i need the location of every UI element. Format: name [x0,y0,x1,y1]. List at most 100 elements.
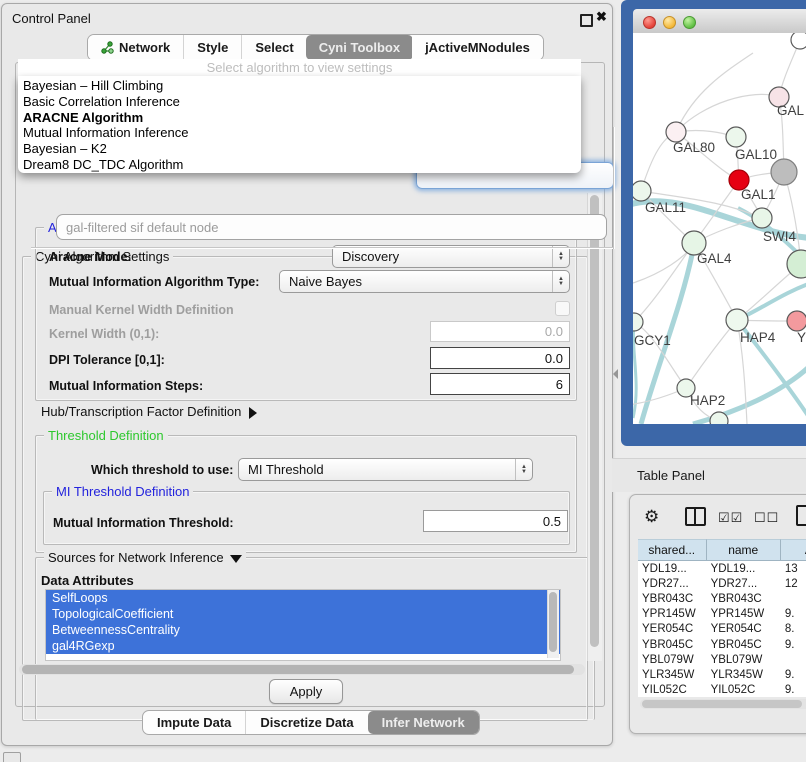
node-gcy1[interactable] [633,313,643,331]
mi-algorithm-type-label: Mutual Information Algorithm Type: [49,275,259,289]
table-cell: YIL052C [707,684,781,696]
table-cell: YPR145W [707,608,781,620]
table-cell: YBR045C [638,639,707,651]
table-cell: YBR043C [707,593,781,605]
table-row[interactable]: YIL052CYIL052C9. [638,683,806,698]
document-icon[interactable] [796,505,806,526]
table-cell: YDL19... [638,563,707,575]
tab-jactivemnodules[interactable]: jActiveMNodules [412,35,543,60]
manual-kernel-width-checkbox[interactable] [555,301,570,316]
table-row[interactable]: YLR345WYLR345W9. [638,667,806,682]
mac-close-icon[interactable] [643,16,656,29]
node-gal1[interactable] [752,208,772,228]
bottom-tab-infer-network[interactable]: Infer Network [368,711,479,734]
close-icon[interactable]: ✖ [596,9,607,25]
algorithm-option-dream8-dc-tdc-algorithm[interactable]: Dream8 DC_TDC Algorithm [18,157,581,173]
table-cell: 8. [781,623,806,635]
attribute-item-topologicalcoefficient[interactable]: TopologicalCoefficient [46,606,560,622]
algorithm-option-bayesian-hill-climbing[interactable]: Bayesian – Hill Climbing [18,78,581,94]
dpi-tolerance-input[interactable] [430,347,570,369]
table-cell: YDR27... [638,578,707,590]
float-window-icon[interactable] [580,14,593,27]
mi-steps-input[interactable] [430,373,570,395]
node-gray[interactable] [771,159,797,185]
mac-zoom-icon[interactable] [683,16,696,29]
hub-definition-toggle[interactable]: Hub/Transcription Factor Definition [41,404,257,419]
tab-label: Cyni Toolbox [319,40,400,55]
table-body: YDL19...YDL19...13YDR27...YDR27...12YBR0… [638,561,806,697]
bottom-tab-discretize-data[interactable]: Discretize Data [245,711,367,734]
network-canvas[interactable]: GALGAL80GAL10GAL1GAL11SWI4GAL4GCY1HAP4YH… [633,33,806,424]
algorithm-combobox-placeholder: Select algorithm to view settings [207,60,393,75]
panel-divider-collapse-arrow[interactable] [613,369,618,379]
attribute-item-selfloops[interactable]: SelfLoops [46,590,560,606]
table-row[interactable]: YBR043CYBR043C [638,591,806,606]
mac-minimize-icon[interactable] [663,16,676,29]
mi-steps-label: Mutual Information Steps: [49,379,203,393]
algorithm-option-bayesian-k2[interactable]: Bayesian – K2 [18,141,581,157]
mi-algorithm-type-combobox[interactable]: Naive Bayes ▲▼ [279,270,570,293]
table-cell: YDL19... [707,563,781,575]
attribute-item-betweennesscentrality[interactable]: BetweennessCentrality [46,622,560,638]
table-header-row: shared...nameA [638,539,806,561]
which-threshold-combobox[interactable]: MI Threshold ▲▼ [238,458,533,481]
column-header-shared[interactable]: shared... [638,539,707,561]
aracne-mode-label: Aracne Mode: [49,250,132,264]
algorithm-option-aracne-algorithm[interactable]: ARACNE Algorithm [18,110,581,126]
vertical-scrollbar[interactable] [587,193,602,661]
bottom-tab-impute-data[interactable]: Impute Data [143,711,245,734]
algorithm-combobox[interactable]: Select algorithm to view settings [18,59,581,76]
algorithm-option-mutual-information-inference[interactable]: Mutual Information Inference [18,125,581,141]
network-combobox[interactable]: gal-filtered sif default node [56,214,607,240]
columns-icon[interactable] [685,507,706,526]
table-row[interactable]: YDR27...YDR27...12 [638,576,806,591]
kernel-width-input[interactable] [430,321,570,342]
table-row[interactable]: YBR045CYBR045C9. [638,637,806,652]
tab-network[interactable]: Network [88,35,183,60]
node-gal80[interactable] [666,122,686,142]
column-header-a[interactable]: A [781,539,806,561]
node-hap4[interactable] [726,309,748,331]
node-gal10[interactable] [726,127,746,147]
table-row[interactable]: YDL19...YDL19...13 [638,561,806,576]
table-row[interactable]: YER054CYER054C8. [638,622,806,637]
table-row[interactable]: YBL079WYBL079W [638,652,806,667]
select-all-checkboxes-icon[interactable]: ☑☑ [718,510,743,526]
table-cell: YDR27... [707,578,781,590]
node-label-gal11: GAL11 [645,200,686,215]
data-attributes-label: Data Attributes [41,573,134,588]
network-window-titlebar[interactable] [633,9,806,34]
node-gal11[interactable] [633,181,651,201]
table-cell: 9. [781,608,806,620]
node-salmon[interactable] [787,311,806,331]
node-partial-bottom[interactable] [710,412,728,424]
tab-bar: NetworkStyle Select Cyni Toolbox jActiveMNo… [87,34,544,61]
mi-threshold-input[interactable] [423,510,568,532]
deselect-all-checkboxes-icon[interactable]: ☐☐ [754,510,779,526]
gear-icon[interactable]: ⚙ [644,507,659,527]
bottom-tab-bar: Impute DataDiscretize DataInfer Network [142,710,480,735]
algorithm-option-basic-correlation-inference[interactable]: Basic Correlation Inference [18,94,581,110]
tab-style[interactable]: Style [183,35,241,60]
node-label-gal4: GAL4 [697,251,732,266]
table-horizontal-scrollbar[interactable] [640,699,806,709]
node-label-gal1: GAL1 [741,187,776,202]
horizontal-scrollbar[interactable] [19,664,585,675]
network-icon [101,41,114,54]
table-panel-titlebar: Table Panel [612,458,806,492]
attributes-list-scrollbar[interactable] [547,590,559,658]
tab-cyni-toolbox[interactable]: Cyni Toolbox [306,35,413,60]
tab-select[interactable]: Select [241,35,306,60]
table-cell: YPR145W [638,608,707,620]
tab-label: Select [255,40,293,55]
separator-line [31,247,615,249]
minimized-panel-button[interactable] [3,752,21,762]
expanded-arrow-icon [230,555,242,563]
node-label-hap2: HAP2 [690,393,725,408]
node-partial-top[interactable] [791,33,806,49]
attribute-item-gal4rgexp[interactable]: gal4RGexp [46,638,560,654]
column-header-name[interactable]: name [707,539,781,561]
table-row[interactable]: YPR145WYPR145W9. [638,607,806,622]
apply-button[interactable]: Apply [269,679,343,704]
data-attributes-list[interactable]: SelfLoopsTopologicalCoefficientBetweenne… [45,589,561,661]
